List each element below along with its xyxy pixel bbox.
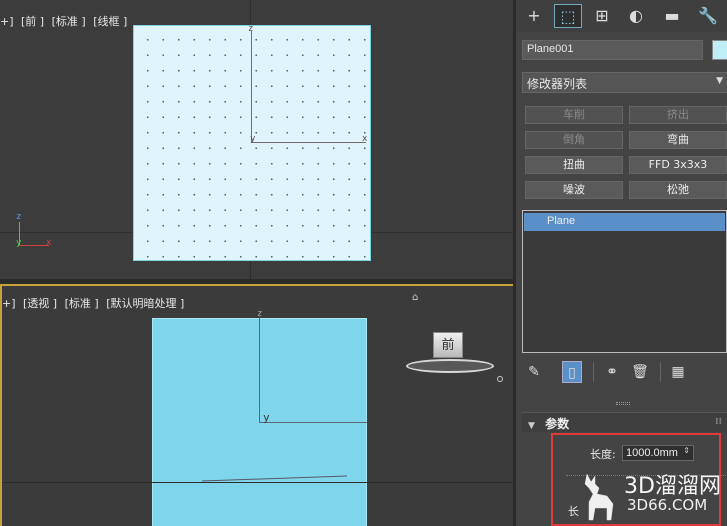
deer-logo-icon xyxy=(584,473,614,521)
viewport-front[interactable]: +] [前 ] [标准 ] [线框 ] z y x z y x xyxy=(0,0,513,279)
bend-button[interactable]: 弯曲 xyxy=(629,131,727,149)
panel-tabs: + ⬚ ⊞ ◐ ▬ 🔧 xyxy=(516,0,727,32)
home-icon[interactable]: ⌂ xyxy=(412,292,422,303)
viewport-menu-shading[interactable]: [默认明暗处理 ] xyxy=(106,297,184,310)
drag-handle[interactable] xyxy=(616,402,630,405)
y-axis-label: y xyxy=(263,411,270,424)
configure-sets-icon[interactable]: ▦ xyxy=(668,361,688,383)
plane-object[interactable]: z y xyxy=(152,309,367,526)
chevron-down-icon: ▼ xyxy=(716,76,723,86)
command-panel: + ⬚ ⊞ ◐ ▬ 🔧 Plane001 修改器列表 ▼ 车削 挤出 倒角 弯曲… xyxy=(513,0,727,526)
plane-object[interactable]: z y x xyxy=(133,24,371,261)
object-name-field[interactable]: Plane001 xyxy=(522,40,703,60)
viewport-label[interactable]: +] [透视 ] [标准 ] [默认明暗处理 ] xyxy=(2,295,188,311)
viewport-menu-plus[interactable]: +] xyxy=(2,297,16,310)
show-end-result-icon[interactable]: ▯ xyxy=(562,361,582,383)
collapse-arrow-icon: ▼ xyxy=(528,421,535,431)
viewport-menu-plus[interactable]: +] xyxy=(0,15,14,28)
viewcube-options-icon[interactable] xyxy=(497,376,503,382)
modifier-list-dropdown[interactable]: 修改器列表 ▼ xyxy=(522,72,727,93)
make-unique-icon[interactable]: ⚭ xyxy=(602,361,622,383)
create-icon[interactable]: + xyxy=(520,4,548,28)
utilities-icon[interactable]: 🔧 xyxy=(694,4,722,28)
length-spinner[interactable]: 1000.0mm ⇕ xyxy=(622,445,694,461)
noise-button[interactable]: 噪波 xyxy=(525,181,623,199)
y-axis-label: y xyxy=(250,134,256,144)
modifier-list-label: 修改器列表 xyxy=(527,77,588,91)
gizmo-x-label: x xyxy=(46,238,52,248)
parameters-rollout[interactable]: ▼ 参数 ⁞⁞ xyxy=(522,412,727,432)
z-axis-label: z xyxy=(257,309,263,319)
x-axis-line xyxy=(251,142,366,143)
modify-icon[interactable]: ⬚ xyxy=(554,4,582,28)
x-axis-label: x xyxy=(362,134,368,144)
z-axis-line xyxy=(251,31,252,143)
z-axis-label: z xyxy=(248,24,254,34)
ffd-button[interactable]: FFD 3x3x3 xyxy=(629,156,727,174)
gizmo-z-label: z xyxy=(16,212,22,222)
watermark: 3D溜溜网 3D66.COM xyxy=(577,468,727,526)
viewport-menu-view[interactable]: [透视 ] xyxy=(23,297,57,310)
stack-item-plane[interactable]: Plane xyxy=(524,213,725,231)
motion-icon[interactable]: ◐ xyxy=(622,4,650,28)
viewport-menu-standard[interactable]: [标准 ] xyxy=(65,297,99,310)
viewport-menu-standard[interactable]: [标准 ] xyxy=(52,15,86,28)
viewcube-ring[interactable] xyxy=(406,359,494,373)
viewcube[interactable]: 前 xyxy=(433,332,463,358)
viewport-menu-shading[interactable]: [线框 ] xyxy=(93,15,127,28)
viewport-perspective[interactable]: +] [透视 ] [标准 ] [默认明暗处理 ] ⌂ z y 前 xyxy=(0,284,513,526)
gizmo-y-label: y xyxy=(16,238,22,248)
bevel-button[interactable]: 倒角 xyxy=(525,131,623,149)
rollout-title: 参数 xyxy=(545,417,570,431)
pin-stack-icon[interactable]: ✎ xyxy=(524,361,544,383)
object-color-swatch[interactable] xyxy=(712,40,727,60)
length-value: 1000.0mm xyxy=(626,447,678,459)
remove-modifier-icon[interactable]: 🗑 xyxy=(630,361,650,383)
display-icon[interactable]: ▬ xyxy=(658,4,686,28)
length-label: 长度: xyxy=(590,448,616,461)
extrude-button[interactable]: 挤出 xyxy=(629,106,727,124)
relax-button[interactable]: 松弛 xyxy=(629,181,727,199)
lathe-button[interactable]: 车削 xyxy=(525,106,623,124)
modifier-stack[interactable]: Plane xyxy=(522,210,727,353)
twist-button[interactable]: 扭曲 xyxy=(525,156,623,174)
hierarchy-icon[interactable]: ⊞ xyxy=(588,4,616,28)
viewport-label[interactable]: +] [前 ] [标准 ] [线框 ] xyxy=(0,13,131,29)
watermark-domain: 3D66.COM xyxy=(627,496,708,514)
rollout-pin-icon: ⁞⁞ xyxy=(715,417,722,427)
viewport-menu-view[interactable]: [前 ] xyxy=(21,15,44,28)
spinner-arrows-icon[interactable]: ⇕ xyxy=(683,446,690,455)
